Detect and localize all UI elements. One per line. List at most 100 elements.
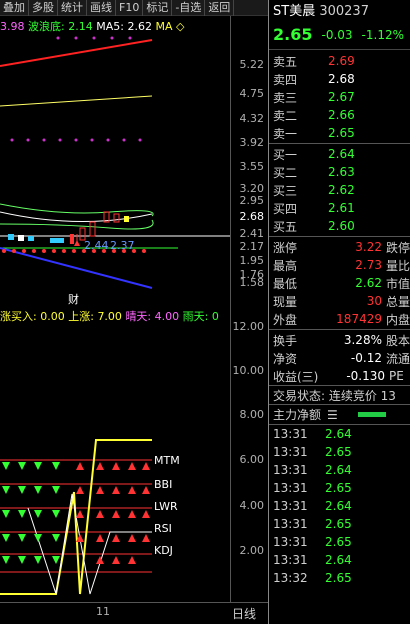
period-button[interactable]: 日线	[232, 605, 256, 622]
axis-label: 2.41	[239, 227, 265, 240]
tick-time: 13:31	[273, 553, 308, 567]
red-up-arrows	[76, 462, 150, 564]
bid-row[interactable]: 买五 2.60	[269, 217, 410, 235]
ask-price: 2.65	[328, 126, 355, 140]
bid-price: 2.61	[328, 201, 355, 215]
finance-marker[interactable]: 财	[68, 291, 79, 307]
f10-button[interactable]: F10	[116, 0, 144, 16]
tick-time: 13:31	[273, 481, 308, 495]
draw-line-button[interactable]: 画线	[87, 0, 116, 16]
ask-label: 卖一	[273, 126, 298, 141]
tick-price: 2.65	[325, 571, 352, 585]
tick-row: 13:31 2.64	[269, 461, 410, 479]
line-label-mtm: MTM	[154, 454, 180, 467]
statistics-button[interactable]: 统计	[58, 0, 87, 16]
stat-value: 30	[366, 294, 382, 308]
stat-value: 2.62	[355, 276, 382, 290]
axis-label: 4.32	[239, 112, 265, 125]
ext-row: 换手 3.28% 股本	[269, 331, 410, 349]
bid-row[interactable]: 买三 2.62	[269, 181, 410, 199]
last-price: 2.65	[273, 25, 313, 44]
bid-row[interactable]: 买四 2.61	[269, 199, 410, 217]
stock-name: ST美晨	[273, 4, 316, 19]
line-label-bbi: BBI	[154, 478, 173, 491]
ask-row[interactable]: 卖三 2.67	[269, 88, 410, 106]
ext-value: -0.130	[346, 369, 385, 383]
mark-button[interactable]: 标记	[143, 0, 173, 16]
back-button[interactable]: 返回	[205, 0, 235, 16]
stat-value: 3.22	[355, 240, 382, 254]
legend-rise-label: 上涨:	[68, 310, 94, 322]
tick-time: 13:31	[273, 499, 308, 513]
indicator-chart[interactable]: MTM BBI LWR RSI KDJ	[0, 322, 230, 602]
ask-book: 卖五 2.69 卖四 2.68 卖三 2.67 卖二 2.66 卖一 2.65	[269, 50, 410, 142]
tick-time: 13:31	[273, 517, 308, 531]
legend-sunny-label: 晴天:	[125, 310, 152, 322]
axis-label: 2.17	[239, 240, 265, 253]
price-summary: 2.65 -0.03 -1.12%	[269, 20, 410, 50]
stat-label-2: 量比	[385, 258, 410, 273]
main-flow-row[interactable]: 主力净额 ☰	[269, 405, 410, 425]
tick-price: 2.65	[325, 517, 352, 531]
tick-price: 2.65	[325, 445, 352, 459]
price-chart[interactable]: 2.44 2.37 财	[0, 16, 230, 306]
purple-dots-mid	[10, 138, 142, 142]
bid-row[interactable]: 买一 2.64	[269, 145, 410, 163]
bid-book: 买一 2.64 买二 2.63 买三 2.62 买四 2.61 买五 2.60	[269, 145, 410, 235]
stat-label: 外盘	[273, 312, 298, 327]
ext-block: 换手 3.28% 股本 净资 -0.12 流通 收益(三) -0.130 PE	[269, 331, 410, 385]
ext-label: 换手	[273, 333, 298, 348]
tick-row: 13:31 2.64	[269, 551, 410, 569]
stat-value: 187429	[336, 312, 382, 326]
price-change-pct: -1.12%	[361, 27, 404, 42]
indicator-white-line	[27, 493, 152, 595]
ask-row[interactable]: 卖二 2.66	[269, 106, 410, 124]
purple-dots-top	[56, 36, 132, 40]
bid-label: 买五	[273, 219, 298, 234]
stat-label: 涨停	[273, 240, 298, 255]
axis-label: 3.55	[239, 160, 265, 173]
ext-label-2: 流通	[385, 351, 410, 366]
ask-label: 卖三	[273, 90, 298, 105]
axis-label: 1.95	[239, 254, 265, 267]
quote-panel: ST美晨 300237 2.65 -0.03 -1.12% 卖五 2.69 卖四 2…	[268, 0, 410, 624]
menu-icon[interactable]: ☰	[327, 408, 338, 422]
tick-time: 13:32	[273, 571, 308, 585]
tick-row: 13:32 2.65	[269, 569, 410, 587]
stat-value: 2.73	[355, 258, 382, 272]
multi-stock-button[interactable]: 多股	[29, 0, 58, 16]
ma-value-label: 2.44	[84, 239, 109, 252]
stock-header: ST美晨 300237	[269, 0, 410, 20]
ext-label-2: 股本	[385, 333, 410, 348]
axis-label: 2.95	[239, 194, 265, 207]
tick-time: 13:31	[273, 445, 308, 459]
tick-price: 2.65	[325, 481, 352, 495]
upper-band	[0, 203, 154, 217]
tick-row: 13:31 2.64	[269, 425, 410, 443]
line-label-lwr: LWR	[154, 500, 178, 513]
line-label-kdj: KDJ	[154, 544, 173, 557]
stats-block: 涨停 3.22 跌停 最高 2.73 量比 最低 2.62 市值 现量 30 总量 外盘 1874…	[269, 238, 410, 328]
bid-row[interactable]: 买二 2.63	[269, 163, 410, 181]
ask-row[interactable]: 卖四 2.68	[269, 70, 410, 88]
main-flow-bar	[357, 412, 386, 417]
blue-trend-line	[0, 247, 153, 289]
ask-row[interactable]: 卖五 2.69	[269, 52, 410, 70]
legend-buy-value: 0.00	[40, 310, 65, 322]
ask-row[interactable]: 卖一 2.65	[269, 124, 410, 142]
red-trend-line	[0, 39, 153, 67]
price-change: -0.03	[321, 27, 353, 42]
stat-label-2: 内盘	[385, 312, 410, 327]
overlay-button[interactable]: 叠加	[0, 0, 29, 16]
ask-label: 卖二	[273, 108, 298, 123]
ask-label: 卖五	[273, 54, 298, 69]
bid-price: 2.63	[328, 165, 355, 179]
axis-label: 3.92	[239, 136, 265, 149]
stat-row: 外盘 187429 内盘	[269, 310, 410, 328]
bid-price: 2.60	[328, 219, 355, 233]
remove-watchlist-button[interactable]: -自选	[172, 0, 206, 16]
stat-row: 最低 2.62 市值	[269, 274, 410, 292]
trade-state: 交易状态: 连续竞价 13	[269, 385, 410, 405]
axis-label-current: 2.68	[239, 210, 265, 223]
stats-divider	[269, 236, 410, 237]
